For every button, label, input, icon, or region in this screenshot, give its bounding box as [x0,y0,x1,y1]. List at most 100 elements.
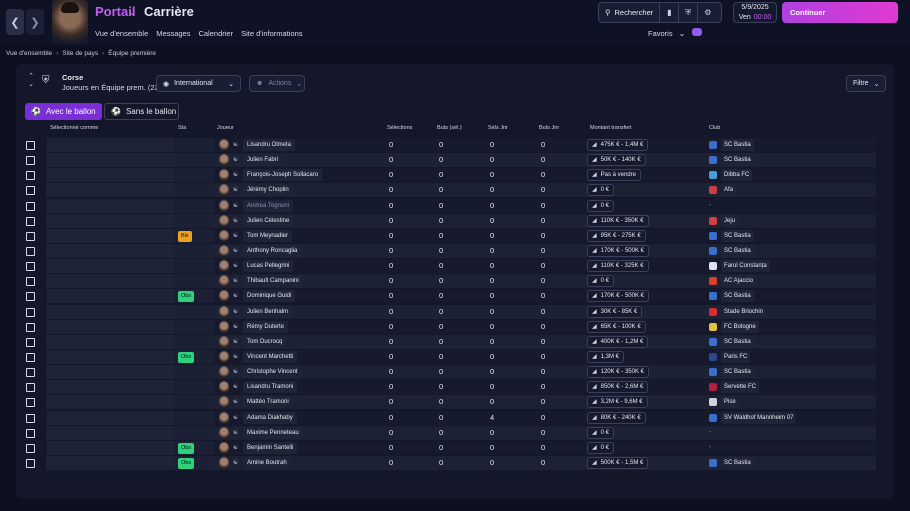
selected-as-cell[interactable] [47,395,174,410]
table-row[interactable]: ☯ Rémy Duterte 0 0 0 0 ◢ 65K € - 100K € FC Bolog… [16,319,894,335]
col-selected-as[interactable]: Sélectionné comme [50,125,98,131]
player-name[interactable]: Rémy Duterte [243,320,289,333]
table-row[interactable]: ☯ Anthony Roncaglia 0 0 0 0 ◢ 170K € - 500K € SC… [16,243,894,259]
player-name[interactable]: François-Joseph Sollacaro [243,169,323,182]
tab-without-ball[interactable]: ⚽ Sans le ballon [104,103,179,120]
nav-link-news-site[interactable]: Site d'informations [241,29,302,38]
continue-button[interactable]: Continuer [782,2,898,23]
col-transfer-value[interactable]: Montant transfert [590,125,632,131]
transfer-value[interactable]: ◢ 30K € - 85K € [587,305,643,318]
table-row[interactable]: ☯ Julien Benhalm 0 0 0 0 ◢ 30K € - 85K € Stade B… [16,304,894,320]
selected-as-cell[interactable] [47,425,174,440]
chevron-down-icon[interactable]: ⌄ [129,8,136,17]
nav-link-overview[interactable]: Vue d'ensemble [95,29,148,38]
breadcrumb-overview[interactable]: Vue d'ensemble [6,50,52,57]
search-button[interactable]: ⚲ Rechercher [599,3,661,22]
club-cell[interactable]: Dibba FC [709,169,753,182]
row-checkbox[interactable] [26,201,35,211]
transfer-value[interactable]: ◢ 3,2M € - 9,6M € [587,396,648,409]
col-goals[interactable]: Buts (sél.) [437,125,462,131]
notification-badge[interactable] [692,28,702,36]
table-row[interactable]: Bls ☯ Tom Meynadier 0 0 0 0 ◢ 95K € - 275K € SC B… [16,228,894,244]
forward-button[interactable]: ❯ [26,9,44,35]
selected-as-cell[interactable] [47,183,174,198]
row-checkbox[interactable] [26,458,35,468]
table-row[interactable]: Obs ☯ Amine Boutrah 0 0 0 0 ◢ 500K € - 1,5M € SC … [16,455,894,471]
player-name[interactable]: Lisandru Tramoni [243,381,298,394]
selected-as-cell[interactable] [47,198,174,213]
row-checkbox[interactable] [26,337,35,347]
player-name[interactable]: Anthony Roncaglia [243,244,302,257]
settings-button[interactable]: ⚙ [698,3,717,22]
player-name[interactable]: Julien Célestine [243,214,294,227]
transfer-value[interactable]: ◢ 500K € - 1,5M € [587,456,649,469]
nav-link-messages[interactable]: Messages [156,29,190,38]
club-cell[interactable]: Servette FC [709,381,760,394]
table-row[interactable]: ☯ Julien Fabri 0 0 0 0 ◢ 50K € - 140K € SC Basti… [16,153,894,168]
row-checkbox[interactable] [26,307,35,317]
transfer-value[interactable]: ◢ 0 € [587,275,614,288]
row-checkbox[interactable] [26,368,35,378]
player-name[interactable]: Lisandru Olmeta [243,139,296,151]
transfer-value[interactable]: ◢ Pas à vendre [587,169,641,182]
selected-as-cell[interactable] [47,243,174,258]
player-name[interactable]: Jérémy Choplin [243,184,293,197]
table-row[interactable]: ☯ Lisandru Tramoni 0 0 0 0 ◢ 850K € - 2,6M € Ser… [16,380,894,395]
selected-as-cell[interactable] [47,168,174,183]
col-club[interactable]: Club [709,125,720,131]
selected-as-cell[interactable] [47,365,174,380]
selected-as-cell[interactable] [47,410,174,425]
selected-as-cell[interactable] [47,153,174,168]
row-checkbox[interactable] [26,171,35,181]
actions-dropdown[interactable]: ☻ Actions ⌄ [249,75,305,92]
table-row[interactable]: ☯ Andrea Tognoni 0 0 0 0 ◢ 0 € - [16,198,894,214]
transfer-value[interactable]: ◢ 65K € - 100K € [587,320,646,333]
player-name[interactable]: Christophe Vincent [243,366,302,379]
date-display[interactable]: 5/9/2025 Ven 00:00 [733,2,777,23]
col-status[interactable]: Sta [178,125,186,131]
table-row[interactable]: ☯ Tom Ducrocq 0 0 0 0 ◢ 400K € - 1,2M € SC Basti… [16,334,894,350]
club-cell[interactable]: Stade Briochin [709,305,767,318]
transfer-value[interactable]: ◢ 110K € - 350K € [587,214,649,227]
club-cell[interactable]: Afa [709,184,737,197]
transfer-value[interactable]: ◢ 475K € - 1,4M € [587,139,649,151]
player-name[interactable]: Vincent Marchetti [243,350,298,363]
table-row[interactable]: ☯ Lucas Pellegrini 0 0 0 0 ◢ 110K € - 325K € Far… [16,259,894,274]
scope-dropdown[interactable]: ◉ International ⌄ [156,75,241,92]
collapse-toggle[interactable]: ⌃ ⌄ [27,73,35,89]
club-cell[interactable]: SC Bastia [709,456,754,469]
player-name[interactable]: Mattéo Tramoni [243,396,293,409]
table-row[interactable]: Obs ☯ Vincent Marchetti 0 0 0 0 ◢ 1,3M € Paris FC [16,349,894,365]
selected-as-cell[interactable] [47,274,174,289]
transfer-value[interactable]: ◢ 95K € - 275K € [587,229,646,242]
col-player[interactable]: Joueur [217,125,234,131]
transfer-value[interactable]: ◢ 850K € - 2,6M € [587,381,649,394]
club-cell[interactable]: Farul Constanța [709,260,770,273]
player-name[interactable]: Tom Meynadier [243,229,293,242]
col-youth-caps[interactable]: Séls Jnr [488,125,508,131]
selected-as-cell[interactable] [47,304,174,319]
club-cell[interactable]: Paris FC [709,350,751,363]
transfer-value[interactable]: ◢ 400K € - 1,2M € [587,335,649,348]
col-youth-goals[interactable]: Buts Jnr [539,125,559,131]
row-checkbox[interactable] [26,216,35,226]
club-cell[interactable]: SC Bastia [709,244,754,257]
club-cell[interactable]: SC Bastia [709,154,754,167]
club-cell[interactable]: Jeju [709,214,739,227]
selected-as-cell[interactable] [47,380,174,395]
table-row[interactable]: ☯ Jérémy Choplin 0 0 0 0 ◢ 0 € Afa [16,183,894,198]
col-caps[interactable]: Sélections [387,125,412,131]
table-row[interactable]: ☯ Christophe Vincent 0 0 0 0 ◢ 120K € - 350K € S… [16,365,894,380]
table-row[interactable]: ☯ Adama Diakhaby 0 0 4 0 ◢ 80K € - 240K € SV Wal… [16,410,894,426]
transfer-value[interactable]: ◢ 170K € - 500K € [587,244,649,257]
selected-as-cell[interactable] [47,289,174,304]
player-name[interactable]: Benjamin Santelli [243,441,298,454]
row-checkbox[interactable] [26,352,35,362]
player-name[interactable]: Dominique Guidi [243,290,296,303]
row-checkbox[interactable] [26,322,35,332]
selected-as-cell[interactable] [47,259,174,274]
club-cell[interactable]: FC Bologne [709,320,759,333]
filter-dropdown[interactable]: Filtre ⌄ [846,75,886,92]
transfer-value[interactable]: ◢ 80K € - 240K € [587,411,646,424]
player-name[interactable]: Tom Ducrocq [243,335,287,348]
